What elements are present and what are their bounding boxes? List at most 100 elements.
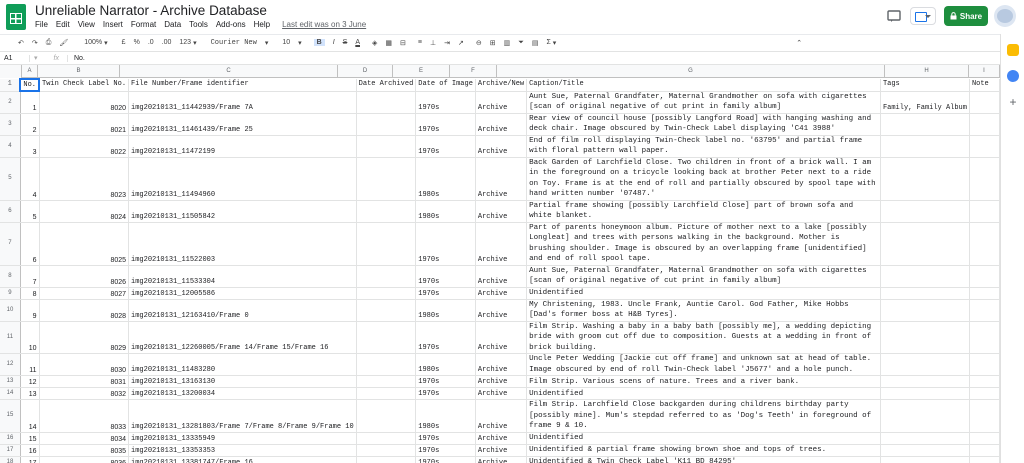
cell-twin-check-label[interactable]: 8031 (39, 375, 130, 388)
cell-caption[interactable]: Film Strip. Washing a baby in a baby bat… (526, 321, 881, 354)
cell-note[interactable] (969, 387, 1000, 400)
menu-file[interactable]: File (35, 20, 48, 29)
cell-file-number[interactable]: img20210131_12163410/Frame 0 (128, 299, 357, 322)
cell-twin-check-label[interactable]: 8030 (39, 353, 130, 376)
more-formats-button[interactable]: 123 (179, 39, 191, 46)
cell-no[interactable]: 16 (20, 444, 40, 457)
header-cell-label[interactable]: Twin Check Label No. (39, 79, 130, 92)
row-number[interactable]: 4 (0, 135, 21, 158)
header-cell-no[interactable]: No. (19, 78, 40, 92)
cell-twin-check-label[interactable]: 8022 (39, 135, 130, 158)
last-edit-link[interactable]: Last edit was on 3 June (282, 20, 366, 29)
cell-date-of-image[interactable]: 1980s (415, 399, 476, 433)
comments-icon[interactable] (887, 9, 901, 26)
formula-input[interactable]: No. (66, 54, 85, 62)
cell-caption[interactable]: Unidentified & Twin Check Label 'K11 BD … (526, 456, 881, 463)
cell-file-number[interactable]: img20210131_11461439/Frame 25 (128, 113, 357, 136)
cell-twin-check-label[interactable]: 8023 (39, 157, 130, 201)
cell-twin-check-label[interactable]: 8024 (39, 200, 130, 223)
zoom-select[interactable]: 100% (84, 39, 102, 46)
cell-date-archived[interactable] (356, 135, 417, 158)
cell-tags[interactable] (880, 399, 970, 433)
cell-caption[interactable]: Unidentified (526, 287, 881, 300)
cell-no[interactable]: 14 (20, 399, 40, 433)
menu-view[interactable]: View (78, 20, 95, 29)
text-color-button[interactable]: A (355, 39, 360, 46)
strikethrough-button[interactable]: S (343, 39, 348, 46)
cell-date-of-image[interactable]: 1970s (415, 91, 476, 114)
cell-file-number[interactable]: img20210131_11533304 (128, 265, 357, 288)
row-number[interactable]: 10 (0, 299, 21, 322)
cell-date-archived[interactable] (356, 387, 417, 400)
borders-icon[interactable]: ▦ (385, 39, 392, 47)
column-header-a[interactable]: A (22, 65, 38, 78)
header-cell-archive[interactable]: Archive/New (475, 79, 528, 92)
row-number[interactable]: 15 (0, 399, 21, 433)
cell-file-number[interactable]: img20210131_12005586 (128, 287, 357, 300)
cell-file-number[interactable]: img20210131_13353353 (128, 444, 357, 457)
column-header-h[interactable]: H (885, 65, 969, 78)
cell-caption[interactable]: End of film roll displaying Twin-Check l… (526, 135, 881, 158)
cell-archive-new[interactable]: Archive (475, 399, 528, 433)
currency-button[interactable]: £ (122, 39, 126, 46)
filter-icon[interactable]: ⏷ (518, 39, 524, 47)
cell-archive-new[interactable]: Archive (475, 265, 528, 288)
cell-archive-new[interactable]: Archive (475, 287, 528, 300)
column-header-e[interactable]: E (393, 65, 450, 78)
chart-icon[interactable]: ▥ (504, 39, 511, 47)
cell-date-archived[interactable] (356, 456, 417, 463)
cell-no[interactable]: 6 (20, 222, 40, 266)
row-number[interactable]: 16 (0, 432, 21, 445)
cell-date-of-image[interactable]: 1970s (415, 135, 476, 158)
menu-help[interactable]: Help (254, 20, 270, 29)
row-number[interactable]: 1 (0, 79, 21, 92)
cell-date-archived[interactable] (356, 91, 417, 114)
cell-twin-check-label[interactable]: 8032 (39, 387, 130, 400)
cell-note[interactable] (969, 353, 1000, 376)
cell-file-number[interactable]: img20210131_13335949 (128, 432, 357, 445)
cell-no[interactable]: 1 (20, 91, 40, 114)
cell-note[interactable] (969, 157, 1000, 201)
filter-views-icon[interactable]: ▤ (532, 39, 539, 47)
cell-note[interactable] (969, 287, 1000, 300)
cell-date-of-image[interactable]: 1980s (415, 157, 476, 201)
cell-file-number[interactable]: img20210131_13281803/Frame 7/Frame 8/Fra… (128, 399, 357, 433)
cell-date-archived[interactable] (356, 353, 417, 376)
cell-twin-check-label[interactable]: 8035 (39, 444, 130, 457)
cell-date-of-image[interactable]: 1970s (415, 113, 476, 136)
cell-tags[interactable] (880, 200, 970, 223)
cell-archive-new[interactable]: Archive (475, 91, 528, 114)
cell-tags[interactable]: Family, Family Album (880, 91, 970, 114)
cell-no[interactable]: 17 (20, 456, 40, 463)
cell-twin-check-label[interactable]: 8027 (39, 287, 130, 300)
cell-tags[interactable] (880, 353, 970, 376)
cell-file-number[interactable]: img20210131_12260005/Frame 14/Frame 15/F… (128, 321, 357, 354)
cell-note[interactable] (969, 135, 1000, 158)
present-button[interactable] (910, 7, 936, 25)
cell-tags[interactable] (880, 321, 970, 354)
cell-date-archived[interactable] (356, 222, 417, 266)
cell-caption[interactable]: Partial frame showing [possibly Larchfie… (526, 200, 881, 223)
cell-date-archived[interactable] (356, 299, 417, 322)
cell-caption[interactable]: Film Strip. Various scens of nature. Tre… (526, 375, 881, 388)
cell-note[interactable] (969, 321, 1000, 354)
row-number[interactable]: 9 (0, 287, 21, 300)
cell-no[interactable]: 2 (20, 113, 40, 136)
cell-note[interactable] (969, 399, 1000, 433)
cell-date-of-image[interactable]: 1980s (415, 200, 476, 223)
cell-date-of-image[interactable]: 1970s (415, 432, 476, 445)
collapse-toolbar-icon[interactable]: ⌃ (796, 39, 802, 47)
cell-twin-check-label[interactable]: 8033 (39, 399, 130, 433)
cell-file-number[interactable]: img20210131_11494960 (128, 157, 357, 201)
row-number[interactable]: 7 (0, 222, 21, 266)
cell-note[interactable] (969, 375, 1000, 388)
avatar[interactable] (994, 5, 1016, 27)
cell-tags[interactable] (880, 444, 970, 457)
fill-color-icon[interactable]: ◈ (372, 39, 377, 47)
cell-archive-new[interactable]: Archive (475, 444, 528, 457)
cell-tags[interactable] (880, 375, 970, 388)
name-box[interactable]: A1 (0, 54, 30, 62)
cell-archive-new[interactable]: Archive (475, 135, 528, 158)
cell-caption[interactable]: Film Strip. Larchfield Close backgarden … (526, 399, 881, 433)
cell-note[interactable] (969, 432, 1000, 445)
